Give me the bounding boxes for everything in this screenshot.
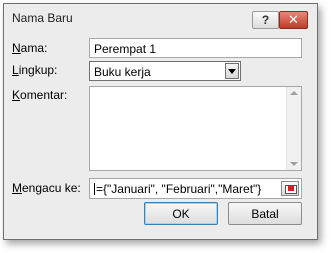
- comment-textarea[interactable]: [89, 86, 302, 171]
- scope-label: Lingkup:: [12, 63, 58, 77]
- help-button[interactable]: ?: [252, 11, 279, 29]
- comment-label: Komentar:: [12, 88, 68, 102]
- ok-button-label: OK: [172, 206, 190, 221]
- cancel-button-label: Batal: [251, 206, 279, 221]
- name-input[interactable]: Perempat 1: [89, 38, 302, 58]
- refers-to-input[interactable]: ={"Januari", "Februari","Maret"}: [89, 178, 302, 199]
- collapse-dialog-icon[interactable]: [281, 181, 299, 196]
- comment-scrollbar[interactable]: [286, 87, 301, 170]
- name-input-value: Perempat 1: [94, 42, 157, 56]
- scope-select[interactable]: Buku kerja: [89, 61, 241, 81]
- title-bar[interactable]: Nama Baru ? ✕: [4, 4, 317, 32]
- scroll-down-icon[interactable]: [290, 162, 298, 166]
- scope-select-value: Buku kerja: [94, 65, 151, 79]
- new-name-dialog: Nama Baru ? ✕ Nama: Perempat 1 Lingkup: …: [3, 3, 318, 240]
- text-cursor: [94, 183, 95, 195]
- dialog-title: Nama Baru: [12, 11, 73, 25]
- cancel-button[interactable]: Batal: [228, 202, 302, 225]
- close-button[interactable]: ✕: [279, 11, 308, 29]
- refers-to-label: Mengacu ke:: [12, 181, 81, 195]
- name-label: Nama:: [12, 41, 48, 55]
- scroll-up-icon[interactable]: [290, 91, 298, 95]
- ok-button[interactable]: OK: [144, 202, 218, 225]
- refers-to-value: ={"Januari", "Februari","Maret"}: [96, 182, 262, 196]
- range-arrow-glyph: [288, 186, 294, 191]
- help-icon: ?: [261, 13, 270, 27]
- chevron-down-icon[interactable]: [225, 63, 239, 79]
- close-icon: ✕: [288, 12, 299, 27]
